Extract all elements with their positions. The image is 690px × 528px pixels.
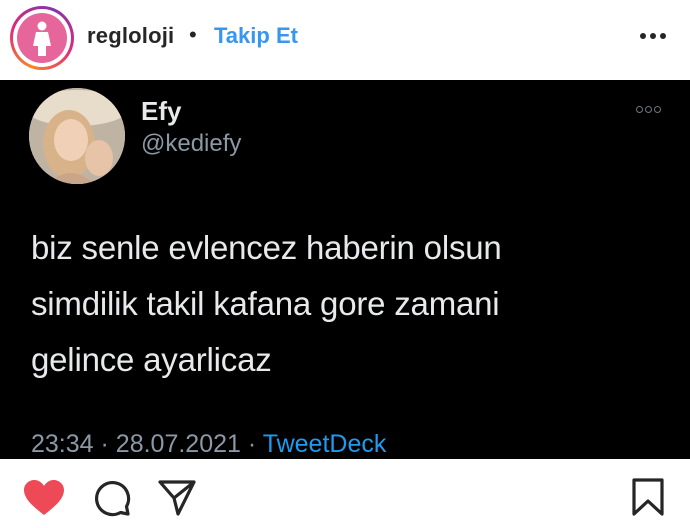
woman-figure-icon <box>33 21 51 56</box>
share-icon[interactable] <box>158 479 196 522</box>
tweet-source: TweetDeck <box>262 430 387 458</box>
tweet-date: 28.07.2021 <box>115 430 241 458</box>
tweet-time: 23:34 <box>31 430 94 458</box>
post-header: reglolojі • Takip Et <box>0 0 690 80</box>
heart-filled-icon[interactable] <box>23 479 65 522</box>
bookmark-icon[interactable] <box>632 478 664 521</box>
tweet-meta: 23:34 · 28.07.2021 · TweetDeck <box>31 430 386 459</box>
tweet-more-icon <box>636 106 662 114</box>
tweet-text: biz senle evlencez haberin olsun simdili… <box>31 229 502 378</box>
tweet-meta-separator-2: · <box>247 430 257 458</box>
comment-icon[interactable] <box>93 479 131 522</box>
tweet-display-name: Efy <box>141 96 182 126</box>
follow-button[interactable]: Takip Et <box>214 23 298 49</box>
tweet-avatar <box>29 88 125 184</box>
tweet-handle: @kediefy <box>141 130 242 157</box>
tweet-meta-separator: · <box>100 430 109 458</box>
post-image[interactable]: Efy @kediefy biz senle evlencez haberin … <box>0 80 690 459</box>
profile-avatar[interactable] <box>10 6 74 70</box>
separator-dot: • <box>189 22 197 47</box>
more-options-icon[interactable] <box>638 28 668 44</box>
username[interactable]: reglolojі <box>87 23 174 49</box>
post-actions <box>0 459 690 528</box>
